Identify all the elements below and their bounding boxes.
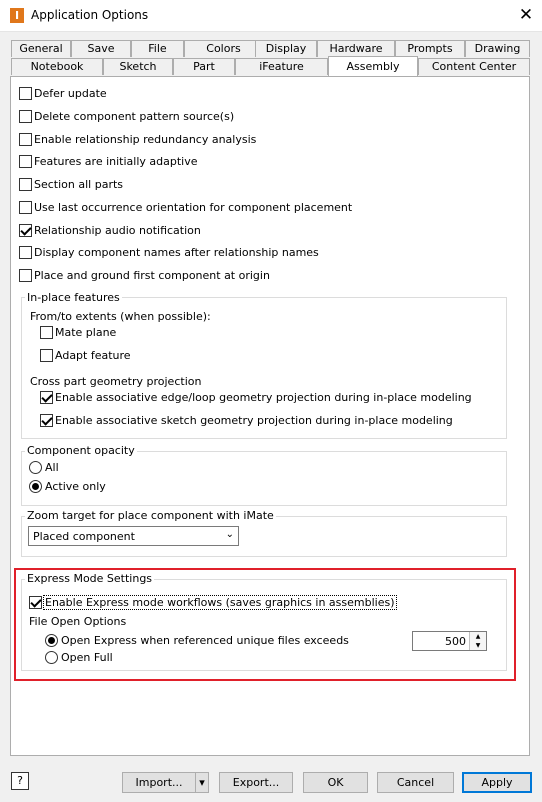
open-express-label: Open Express when referenced unique file… <box>61 634 349 647</box>
inventor-app-icon: I <box>10 8 24 23</box>
tab-display[interactable]: Display <box>255 40 317 57</box>
tab-assembly[interactable]: Assembly <box>328 56 418 76</box>
help-button[interactable]: ? <box>11 772 29 790</box>
edge-loop-projection-label: Enable associative edge/loop geometry pr… <box>55 391 472 404</box>
place-ground-origin-checkbox[interactable] <box>19 269 32 282</box>
features-adaptive-label: Features are initially adaptive <box>34 155 198 168</box>
tab-content-center[interactable]: Content Center <box>418 58 530 75</box>
section-all-parts-checkbox[interactable] <box>19 178 32 191</box>
opacity-all-label: All <box>45 461 59 474</box>
delete-pattern-source-label: Delete component pattern source(s) <box>34 110 235 123</box>
open-full-label: Open Full <box>61 651 113 664</box>
express-threshold-value: 500 <box>445 635 466 648</box>
open-full-radio[interactable] <box>45 651 58 664</box>
edge-loop-projection-checkbox[interactable] <box>40 391 53 404</box>
apply-button[interactable]: Apply <box>462 772 532 793</box>
opacity-active-only-radio[interactable] <box>29 480 42 493</box>
tab-notebook[interactable]: Notebook <box>11 58 103 75</box>
tab-sketch[interactable]: Sketch <box>103 58 173 75</box>
inplace-features-title: In-place features <box>25 291 122 304</box>
window-title: Application Options <box>31 8 149 22</box>
relationship-redundancy-checkbox[interactable] <box>19 133 32 146</box>
title-bar: I Application Options ✕ <box>0 0 542 32</box>
express-mode-title: Express Mode Settings <box>25 572 155 585</box>
enable-express-mode-checkbox[interactable] <box>29 596 42 609</box>
last-occurrence-orientation-label: Use last occurrence orientation for comp… <box>34 201 353 214</box>
defer-update-label: Defer update <box>34 87 107 100</box>
tab-ifeature[interactable]: iFeature <box>235 58 328 75</box>
open-express-radio[interactable] <box>45 634 58 647</box>
express-threshold-spinner[interactable]: 500 ▲ ▼ <box>412 631 487 651</box>
cross-part-projection-label: Cross part geometry projection <box>30 375 202 388</box>
file-open-options-label: File Open Options <box>29 615 127 628</box>
tab-drawing[interactable]: Drawing <box>465 40 530 57</box>
relationship-audio-checkbox[interactable] <box>19 224 32 237</box>
last-occurrence-orientation-checkbox[interactable] <box>19 201 32 214</box>
display-component-names-checkbox[interactable] <box>19 246 32 259</box>
from-to-extents-label: From/to extents (when possible): <box>30 310 211 323</box>
export-button[interactable]: Export... <box>219 772 293 793</box>
ok-button[interactable]: OK <box>303 772 368 793</box>
zoom-target-dropdown[interactable]: Placed component ⌄ <box>28 526 239 546</box>
tab-part[interactable]: Part <box>173 58 235 75</box>
component-opacity-group <box>21 451 507 506</box>
opacity-all-radio[interactable] <box>29 461 42 474</box>
enable-express-mode-label: Enable Express mode workflows (saves gra… <box>43 595 397 610</box>
chevron-down-icon: ⌄ <box>225 529 234 540</box>
sketch-geometry-projection-checkbox[interactable] <box>40 414 53 427</box>
tab-hardware[interactable]: Hardware <box>317 40 395 57</box>
close-icon[interactable]: ✕ <box>512 2 540 28</box>
spinner-arrows-icon[interactable]: ▲ ▼ <box>469 632 486 650</box>
import-button[interactable]: Import... <box>122 772 196 793</box>
defer-update-checkbox[interactable] <box>19 87 32 100</box>
tab-prompts[interactable]: Prompts <box>395 40 465 57</box>
import-dropdown-button[interactable]: ▾ <box>195 772 209 793</box>
adapt-feature-label: Adapt feature <box>55 349 131 362</box>
component-opacity-title: Component opacity <box>25 444 137 457</box>
zoom-target-title: Zoom target for place component with iMa… <box>25 509 276 522</box>
sketch-geometry-projection-label: Enable associative sketch geometry proje… <box>55 414 453 427</box>
display-component-names-label: Display component names after relationsh… <box>34 246 319 259</box>
section-all-parts-label: Section all parts <box>34 178 124 191</box>
relationship-redundancy-label: Enable relationship redundancy analysis <box>34 133 257 146</box>
mate-plane-checkbox[interactable] <box>40 326 53 339</box>
place-ground-origin-label: Place and ground first component at orig… <box>34 269 270 282</box>
opacity-active-only-label: Active only <box>45 480 106 493</box>
adapt-feature-checkbox[interactable] <box>40 349 53 362</box>
zoom-target-selected: Placed component <box>33 530 135 543</box>
tab-save[interactable]: Save <box>71 40 131 57</box>
delete-pattern-source-checkbox[interactable] <box>19 110 32 123</box>
cancel-button[interactable]: Cancel <box>377 772 454 793</box>
tab-file[interactable]: File <box>131 40 184 57</box>
mate-plane-label: Mate plane <box>55 326 117 339</box>
tab-colors[interactable]: Colors <box>184 40 263 57</box>
features-adaptive-checkbox[interactable] <box>19 155 32 168</box>
tab-general[interactable]: General <box>11 40 71 57</box>
relationship-audio-label: Relationship audio notification <box>34 224 201 237</box>
